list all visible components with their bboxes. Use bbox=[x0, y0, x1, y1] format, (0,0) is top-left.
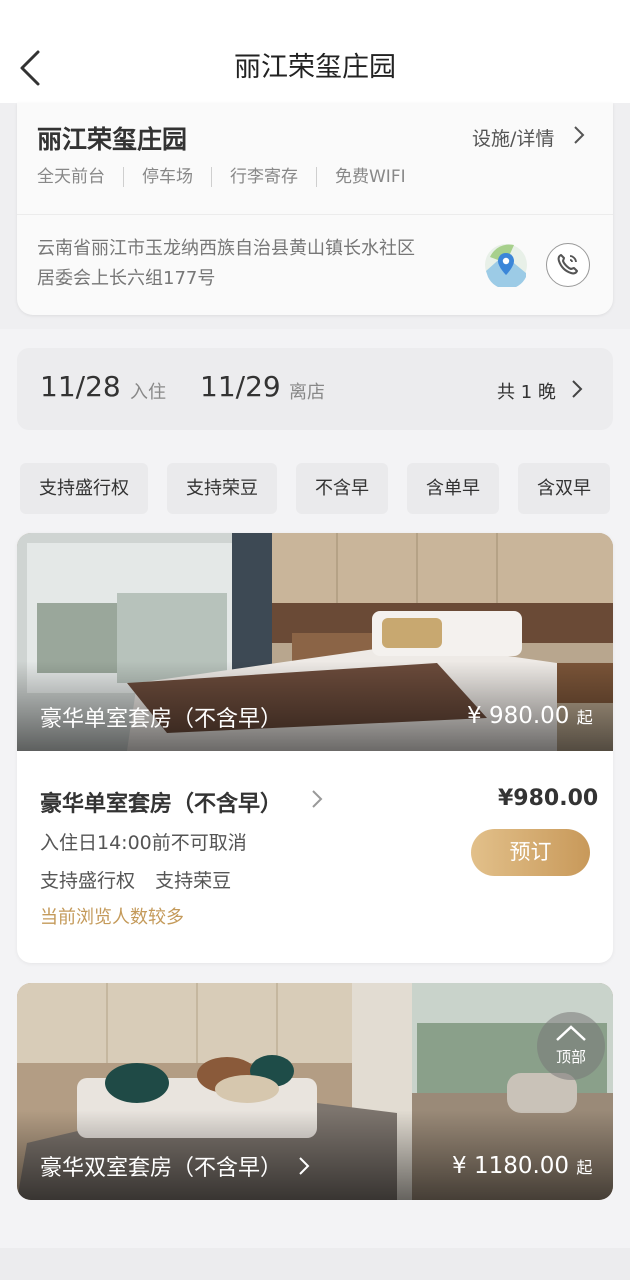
price-from-suffix: 起 bbox=[576, 1158, 593, 1177]
filter-chip[interactable]: 支持荣豆 bbox=[167, 463, 277, 514]
room-photo-price: ¥ 980.00 起 bbox=[467, 703, 593, 729]
amenity-item: 停车场 bbox=[123, 167, 211, 187]
perk-item: 支持盛行权 bbox=[40, 870, 136, 892]
back-to-top-label: 顶部 bbox=[555, 1048, 586, 1066]
room-photo-price-value: ¥ 980.00 bbox=[467, 703, 570, 729]
address-line: 云南省丽江市玉龙纳西族自治县黄山镇长水社区 bbox=[37, 238, 415, 259]
room-photo-price-value: ¥ 1180.00 bbox=[452, 1153, 570, 1179]
room-perks: 支持盛行权 支持荣豆 bbox=[40, 866, 231, 893]
checkout-label: 离店 bbox=[289, 382, 325, 403]
popularity-note: 当前浏览人数较多 bbox=[40, 907, 184, 928]
amenity-item: 行李寄存 bbox=[211, 167, 316, 187]
nights-count: 共 1 晚 bbox=[497, 382, 556, 403]
room-photo-title-text: 豪华双室套房（不含早） bbox=[40, 1156, 283, 1181]
chevron-right-icon[interactable] bbox=[310, 788, 324, 810]
bottom-spacer bbox=[0, 1248, 630, 1280]
room-photo-title: 豪华单室套房（不含早） bbox=[40, 707, 283, 732]
room-photo[interactable]: 豪华单室套房（不含早） ¥ 980.00 起 bbox=[17, 533, 613, 751]
book-button[interactable]: 预订 bbox=[471, 829, 590, 876]
filter-chip[interactable]: 含单早 bbox=[407, 463, 499, 514]
cancel-policy: 入住日14:00前不可取消 bbox=[40, 832, 247, 854]
hotel-address: 云南省丽江市玉龙纳西族自治县黄山镇长水社区 居委会上长六组177号 bbox=[37, 234, 477, 294]
map-icon[interactable] bbox=[484, 243, 528, 290]
filter-chip[interactable]: 不含早 bbox=[296, 463, 388, 514]
phone-icon[interactable] bbox=[546, 243, 590, 287]
room-name[interactable]: 豪华单室套房（不含早） bbox=[40, 786, 282, 818]
chevron-right-icon[interactable] bbox=[572, 124, 586, 146]
checkout-date: 11/29 bbox=[200, 370, 281, 403]
filter-chips: 支持盛行权 支持荣豆 不含早 含单早 含双早 bbox=[20, 463, 610, 514]
amenity-item: 全天前台 bbox=[37, 167, 105, 187]
filter-chip[interactable]: 含双早 bbox=[518, 463, 610, 514]
address-line: 居委会上长六组177号 bbox=[37, 268, 216, 289]
room-photo-price: ¥ 1180.00 起 bbox=[452, 1153, 592, 1179]
room-photo[interactable]: 豪华双室套房（不含早） ¥ 1180.00 起 bbox=[17, 983, 613, 1200]
hotel-name: 丽江荣玺庄园 bbox=[37, 125, 188, 154]
room-photo-title: 豪华双室套房（不含早） bbox=[40, 1150, 311, 1182]
divider bbox=[17, 214, 613, 215]
perk-item: 支持荣豆 bbox=[155, 870, 232, 892]
checkin-date: 11/28 bbox=[40, 370, 121, 403]
chevron-up-icon bbox=[556, 1025, 586, 1041]
amenities-list: 全天前台 停车场 行李寄存 免费WIFI bbox=[37, 167, 424, 187]
facility-details-link[interactable]: 设施/详情 bbox=[472, 124, 554, 151]
checkin-label: 入住 bbox=[130, 382, 166, 403]
price-from-suffix: 起 bbox=[576, 708, 593, 727]
filter-chip[interactable]: 支持盛行权 bbox=[20, 463, 148, 514]
page-title: 丽江荣玺庄园 bbox=[234, 52, 396, 83]
room-price: ¥980.00 bbox=[498, 786, 599, 811]
chevron-right-icon bbox=[299, 1157, 310, 1175]
amenity-item: 免费WIFI bbox=[316, 167, 424, 187]
back-to-top-button[interactable]: 顶部 bbox=[537, 1012, 605, 1080]
chevron-right-icon[interactable] bbox=[570, 378, 584, 400]
